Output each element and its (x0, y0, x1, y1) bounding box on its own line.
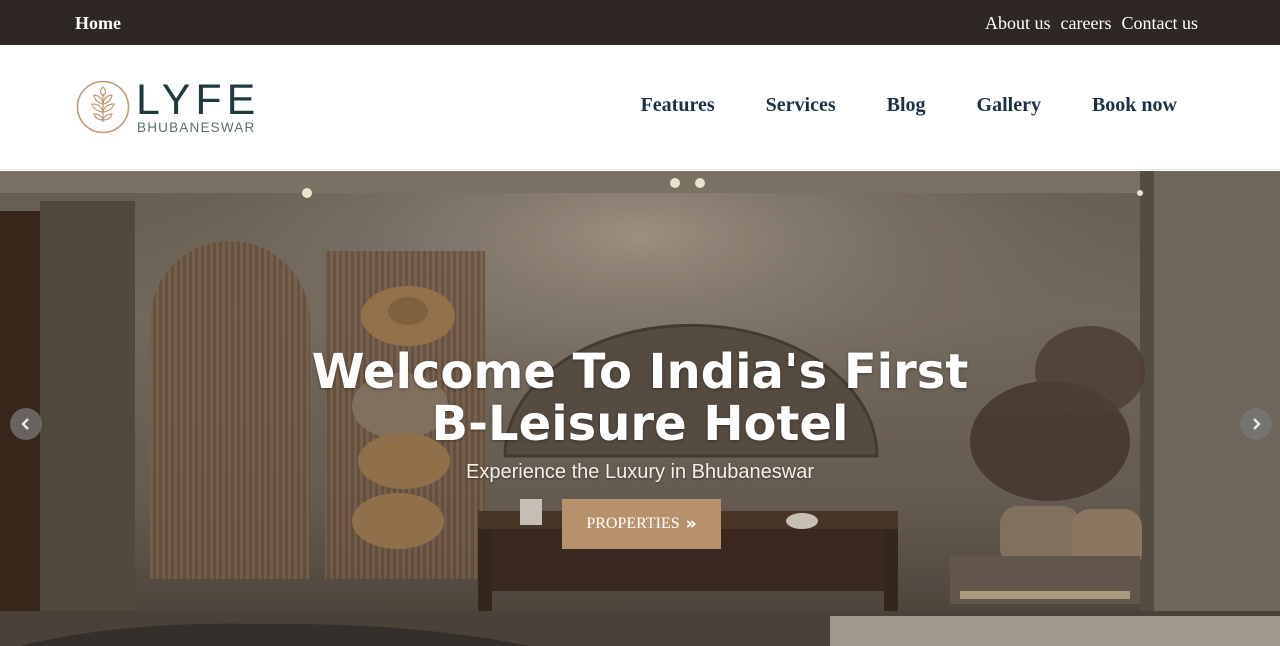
logo-wordmark: LYFE (136, 76, 261, 124)
hero-title-line-2: B-Leisure Hotel (431, 396, 849, 452)
nav-item-blog[interactable]: Blog (887, 94, 926, 117)
top-link-about-us[interactable]: About us (985, 13, 1051, 34)
nav-item-services[interactable]: Services (766, 94, 836, 117)
hero-subtitle: Experience the Luxury in Bhubaneswar (466, 461, 814, 483)
properties-button[interactable]: PROPERTIES » (562, 499, 721, 549)
properties-button-label: PROPERTIES (586, 515, 680, 532)
top-link-contact-us[interactable]: Contact us (1122, 13, 1199, 34)
site-header: LYFE BHUBANESWAR Features Services Blog … (0, 45, 1280, 170)
top-bar: Home About us careers Contact us (0, 0, 1280, 45)
leaf-emblem-icon (76, 80, 130, 134)
main-nav: Features Services Blog Gallery Book now (641, 94, 1177, 117)
hero-title-line-1: Welcome To India's First (311, 344, 969, 400)
double-chevron-right-icon: » (685, 514, 697, 534)
carousel-prev-button[interactable] (10, 408, 42, 440)
top-links: About us careers Contact us (985, 13, 1198, 34)
nav-item-features[interactable]: Features (641, 94, 715, 117)
top-link-home[interactable]: Home (75, 13, 121, 34)
hero-title: Welcome To India's First B-Leisure Hotel (240, 346, 1040, 450)
nav-item-gallery[interactable]: Gallery (977, 94, 1041, 117)
chevron-left-icon (21, 418, 29, 430)
site-logo[interactable]: LYFE BHUBANESWAR (76, 76, 266, 136)
hero-carousel: Welcome To India's First B-Leisure Hotel… (0, 171, 1280, 646)
nav-item-book-now[interactable]: Book now (1092, 94, 1177, 117)
chevron-right-icon (1253, 418, 1261, 430)
carousel-next-button[interactable] (1240, 408, 1272, 440)
top-link-careers[interactable]: careers (1061, 13, 1112, 34)
logo-subtext: BHUBANESWAR (137, 120, 256, 135)
